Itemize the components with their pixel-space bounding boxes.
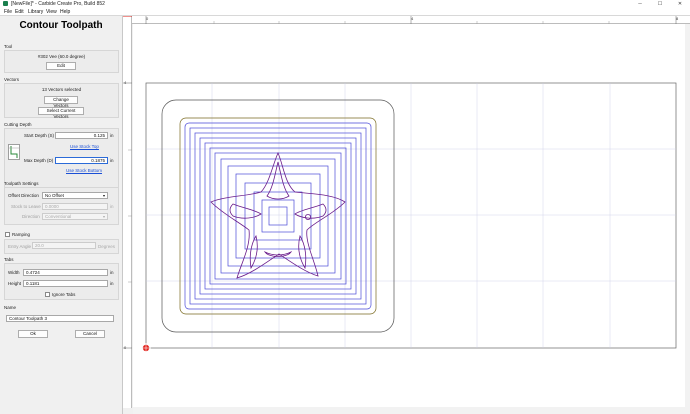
stock-to-leave-unit: in — [110, 204, 114, 209]
ok-button[interactable]: Ok — [18, 330, 48, 338]
app-icon — [3, 1, 8, 6]
vertical-scrollbar[interactable] — [685, 24, 690, 407]
horizontal-scrollbar[interactable] — [133, 407, 690, 414]
tab-width-label: Width — [8, 270, 20, 275]
max-depth-unit: in — [110, 158, 114, 163]
chevron-down-icon: ▾ — [102, 214, 105, 219]
menu-view[interactable]: View — [46, 9, 57, 15]
stock-to-leave-label: Stock to Leave — [11, 204, 41, 209]
vectors-selected-text: 13 Vectors selected — [41, 87, 82, 92]
depth-diagram-icon — [8, 144, 20, 160]
tool-description: #302 Vee (60.0 degree) — [37, 54, 86, 59]
offset-direction-select[interactable]: No Offset ▾ — [42, 192, 108, 199]
maximize-icon[interactable]: ☐ — [650, 0, 670, 8]
toolpath-settings-section-label: Toolpath Settings — [4, 181, 39, 186]
max-depth-label: Max Depth (D) — [24, 158, 54, 163]
entry-angle-input[interactable]: 20.0 — [32, 242, 96, 249]
v-ruler-label-4: 4 — [124, 80, 127, 85]
menu-file[interactable]: File — [4, 9, 12, 15]
cancel-button[interactable]: Cancel — [75, 330, 105, 338]
h-ruler-label-0: 0 — [146, 16, 149, 21]
tool-section-label: Tool — [4, 44, 13, 49]
panel-title: Contour Toolpath — [19, 20, 103, 31]
ignore-tabs-label: Ignore Tabs — [52, 292, 76, 297]
entry-angle-label: Entry Angle — [8, 244, 32, 249]
title-bar: [NewFile]* - Carbide Create Pro, Build 8… — [0, 0, 690, 8]
direction-value: Conventional — [45, 214, 72, 219]
use-stock-bottom-link[interactable]: Use Stock Bottom — [66, 168, 102, 173]
start-depth-label: Start Depth (S) — [24, 133, 55, 138]
ramping-checkbox[interactable] — [5, 232, 10, 237]
menu-help[interactable]: Help — [60, 9, 70, 15]
ignore-tabs-checkbox[interactable] — [45, 292, 50, 297]
entry-angle-unit: Degrees — [98, 244, 116, 249]
tab-width-unit: in — [110, 270, 114, 275]
select-current-vectors-button[interactable]: Select Current Vectors — [38, 107, 84, 119]
tab-height-label: Height — [8, 281, 22, 286]
start-depth-unit: in — [110, 133, 114, 138]
start-depth-input[interactable]: 0.125 — [55, 132, 108, 139]
cutting-depth-section-label: Cutting Depth — [4, 122, 32, 127]
canvas-drawing — [141, 82, 677, 353]
max-depth-input[interactable]: 0.1875 — [55, 157, 108, 164]
close-icon[interactable]: ✕ — [670, 0, 690, 8]
h-ruler-label-8: 8 — [676, 16, 679, 21]
toolpath-name-input[interactable]: Contour Toolpath 3 — [6, 315, 114, 322]
toolpath-panel: Contour Toolpath Tool #302 Vee (60.0 deg… — [0, 16, 122, 414]
menu-library[interactable]: Library — [28, 9, 43, 15]
design-canvas[interactable] — [133, 24, 685, 407]
edit-tool-button[interactable]: Edit — [46, 62, 76, 70]
direction-label: Direction — [22, 214, 40, 219]
tab-height-unit: in — [110, 281, 114, 286]
menu-edit[interactable]: Edit — [15, 9, 24, 15]
direction-select[interactable]: Conventional ▾ — [42, 213, 108, 220]
tabs-section-label: Tabs — [4, 257, 14, 262]
offset-direction-label: Offset Direction — [8, 193, 39, 198]
name-section-label: Name — [4, 305, 17, 310]
horizontal-ruler: 0 4 8 — [132, 16, 690, 24]
change-vectors-button[interactable]: Change Vectors — [44, 96, 78, 108]
h-ruler-label-4: 4 — [411, 16, 414, 21]
vectors-section-label: Vectors — [4, 77, 20, 82]
window-title: [NewFile]* - Carbide Create Pro, Build 8… — [11, 1, 105, 7]
tab-width-input[interactable]: 0.4724 — [23, 269, 108, 276]
minimize-icon[interactable]: ─ — [630, 0, 650, 8]
ramping-label: Ramping — [12, 232, 31, 237]
tab-height-input[interactable]: 0.1181 — [23, 280, 108, 287]
use-stock-top-link[interactable]: Use Stock Top — [70, 144, 99, 149]
vertical-ruler: 4 0 — [123, 16, 132, 408]
chevron-down-icon: ▾ — [102, 193, 105, 198]
offset-direction-value: No Offset — [45, 193, 64, 198]
stock-to-leave-input[interactable]: 0.0000 — [42, 203, 108, 210]
v-ruler-label-0: 0 — [124, 345, 127, 350]
menu-bar: File Edit Library View Help — [0, 8, 690, 16]
